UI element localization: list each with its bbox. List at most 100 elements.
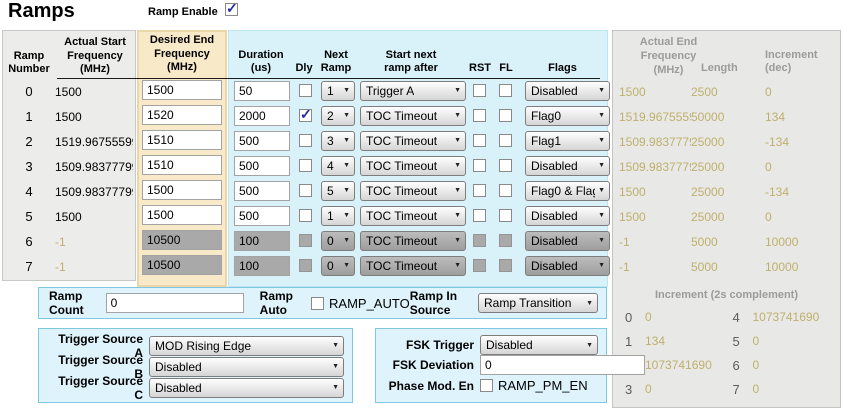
flags-select[interactable]: Disabled ▼ bbox=[525, 80, 610, 101]
rst-checkbox[interactable] bbox=[473, 134, 486, 147]
desired-end-frequency-input[interactable] bbox=[142, 204, 222, 225]
fl-checkbox[interactable] bbox=[499, 109, 512, 122]
increment-2s-value: 0 bbox=[752, 358, 760, 372]
start-next-ramp-after-select[interactable]: TOC Timeout ▼ bbox=[360, 105, 466, 126]
next-ramp-select[interactable]: 0 ▼ bbox=[321, 230, 355, 251]
dly-checkbox[interactable] bbox=[299, 234, 312, 247]
rst-checkbox[interactable] bbox=[473, 259, 486, 272]
fl-checkbox[interactable] bbox=[499, 209, 512, 222]
fl-checkbox[interactable] bbox=[499, 84, 512, 97]
length-value: 25000 bbox=[691, 209, 725, 224]
rst-checkbox[interactable] bbox=[473, 159, 486, 172]
desired-end-frequency-input[interactable] bbox=[142, 254, 222, 275]
trigger-source-b-select[interactable]: Disabled ▼ bbox=[149, 356, 344, 377]
duration-input[interactable] bbox=[234, 230, 290, 251]
chevron-down-icon: ▼ bbox=[343, 137, 350, 144]
table-header-row: Ramp Number Actual Start Frequency (MHz) bbox=[3, 31, 135, 79]
flags-select[interactable]: Flag0 ▼ bbox=[525, 105, 610, 126]
fl-checkbox[interactable] bbox=[499, 184, 512, 197]
flags-select[interactable]: Flag0 & Flag1▼ bbox=[525, 180, 610, 201]
actual-end-frequency: 1519.96755599 bbox=[619, 109, 691, 124]
ramp-count-bar: Ramp Count Ramp Auto RAMP_AUTO Ramp In S… bbox=[38, 287, 607, 319]
actual-end-frequency: 1500 bbox=[619, 184, 646, 199]
duration-input[interactable] bbox=[234, 180, 290, 201]
next-ramp-select[interactable]: 0 ▼ bbox=[321, 255, 355, 276]
fl-checkbox[interactable] bbox=[499, 159, 512, 172]
readout-panel: Actual End Frequency (MHz) Length Increm… bbox=[612, 30, 841, 408]
start-next-ramp-after-value: TOC Timeout bbox=[366, 258, 438, 273]
increment-dec-value: 10000 bbox=[765, 259, 799, 274]
next-ramp-select[interactable]: 3 ▼ bbox=[321, 130, 355, 151]
phase-mod-en-checkbox[interactable] bbox=[480, 379, 493, 393]
flags-select[interactable]: Disabled ▼ bbox=[525, 255, 610, 276]
duration-input[interactable] bbox=[234, 130, 290, 151]
desired-end-frequency-input[interactable] bbox=[142, 104, 222, 125]
next-ramp-select[interactable]: 1 ▼ bbox=[321, 205, 355, 226]
start-next-ramp-after-select[interactable]: TOC Timeout ▼ bbox=[360, 130, 466, 151]
start-next-ramp-after-select[interactable]: Trigger A ▼ bbox=[360, 80, 466, 101]
dly-checkbox[interactable] bbox=[299, 184, 312, 197]
ramp-count-input[interactable] bbox=[105, 293, 244, 313]
dly-checkbox[interactable] bbox=[299, 259, 312, 272]
chevron-down-icon: ▼ bbox=[454, 112, 461, 119]
start-next-ramp-after-select[interactable]: TOC Timeout ▼ bbox=[360, 155, 466, 176]
fsk-trigger-row: FSK Trigger Disabled ▼ bbox=[384, 335, 598, 356]
fsk-trigger-select[interactable]: Disabled ▼ bbox=[480, 335, 598, 356]
next-ramp-select[interactable]: 5 ▼ bbox=[321, 180, 355, 201]
trigger-source-a-select[interactable]: MOD Rising Edge ▼ bbox=[149, 335, 344, 356]
dly-checkbox[interactable] bbox=[299, 209, 312, 222]
rst-checkbox[interactable] bbox=[473, 234, 486, 247]
flags-select[interactable]: Disabled ▼ bbox=[525, 155, 610, 176]
next-ramp-select[interactable]: 1 ▼ bbox=[321, 80, 355, 101]
ramp-index: 0 bbox=[625, 309, 633, 325]
desired-end-frequency-input[interactable] bbox=[142, 79, 222, 100]
start-next-ramp-after-value: TOC Timeout bbox=[366, 233, 438, 248]
ramp-enable-checkbox[interactable] bbox=[225, 0, 238, 17]
increment-2s-value: 0 bbox=[645, 310, 652, 324]
duration-input[interactable] bbox=[234, 205, 290, 226]
dly-checkbox[interactable] bbox=[299, 106, 312, 123]
ramp-in-source-select[interactable]: Ramp Transition ▼ bbox=[478, 293, 598, 313]
trigger-source-panel: Trigger Source A MOD Rising Edge ▼ Trigge… bbox=[38, 328, 353, 403]
rst-checkbox[interactable] bbox=[473, 109, 486, 122]
rst-checkbox[interactable] bbox=[473, 184, 486, 197]
next-ramp-value: 0 bbox=[327, 233, 334, 248]
desired-end-frequency-input[interactable] bbox=[142, 229, 222, 250]
dly-checkbox[interactable] bbox=[299, 159, 312, 172]
desired-end-frequency-input[interactable] bbox=[142, 179, 222, 200]
readout-row: 1500 25000 0 bbox=[613, 204, 840, 229]
readout-row: 1509.9837779925000 -134 bbox=[613, 129, 840, 154]
ramp-controls-section: Duration (us) Dly Next Ramp Start next r… bbox=[228, 30, 610, 287]
chevron-down-icon: ▼ bbox=[343, 87, 350, 94]
flags-select[interactable]: Disabled ▼ bbox=[525, 205, 610, 226]
start-next-ramp-after-select[interactable]: TOC Timeout ▼ bbox=[360, 255, 466, 276]
duration-input[interactable] bbox=[234, 255, 290, 276]
start-next-ramp-after-select[interactable]: TOC Timeout ▼ bbox=[360, 205, 466, 226]
fsk-deviation-input[interactable] bbox=[480, 355, 645, 376]
desired-end-frequency-input[interactable] bbox=[142, 129, 222, 150]
flags-select[interactable]: Disabled ▼ bbox=[525, 230, 610, 251]
fl-checkbox[interactable] bbox=[499, 259, 512, 272]
next-ramp-select[interactable]: 2 ▼ bbox=[321, 105, 355, 126]
ramp-index: 3 bbox=[625, 381, 633, 397]
chevron-down-icon: ▼ bbox=[454, 187, 461, 194]
rst-checkbox[interactable] bbox=[473, 209, 486, 222]
chevron-down-icon: ▼ bbox=[454, 137, 461, 144]
trigger-source-c-select[interactable]: Disabled ▼ bbox=[149, 377, 344, 398]
fl-checkbox[interactable] bbox=[499, 134, 512, 147]
rst-checkbox[interactable] bbox=[473, 84, 486, 97]
readout-row: 1500 25000 -134 bbox=[613, 179, 840, 204]
dly-checkbox[interactable] bbox=[299, 134, 312, 147]
start-next-ramp-after-select[interactable]: TOC Timeout ▼ bbox=[360, 230, 466, 251]
length-value: 25000 bbox=[691, 159, 725, 174]
duration-input[interactable] bbox=[234, 105, 290, 126]
duration-input[interactable] bbox=[234, 80, 290, 101]
next-ramp-select[interactable]: 4 ▼ bbox=[321, 155, 355, 176]
flags-select[interactable]: Flag1 ▼ bbox=[525, 130, 610, 151]
ramp-auto-checkbox[interactable] bbox=[311, 296, 325, 310]
fl-checkbox[interactable] bbox=[499, 234, 512, 247]
dly-checkbox[interactable] bbox=[299, 84, 312, 97]
desired-end-frequency-input[interactable] bbox=[142, 154, 222, 175]
duration-input[interactable] bbox=[234, 155, 290, 176]
start-next-ramp-after-select[interactable]: TOC Timeout ▼ bbox=[360, 180, 466, 201]
